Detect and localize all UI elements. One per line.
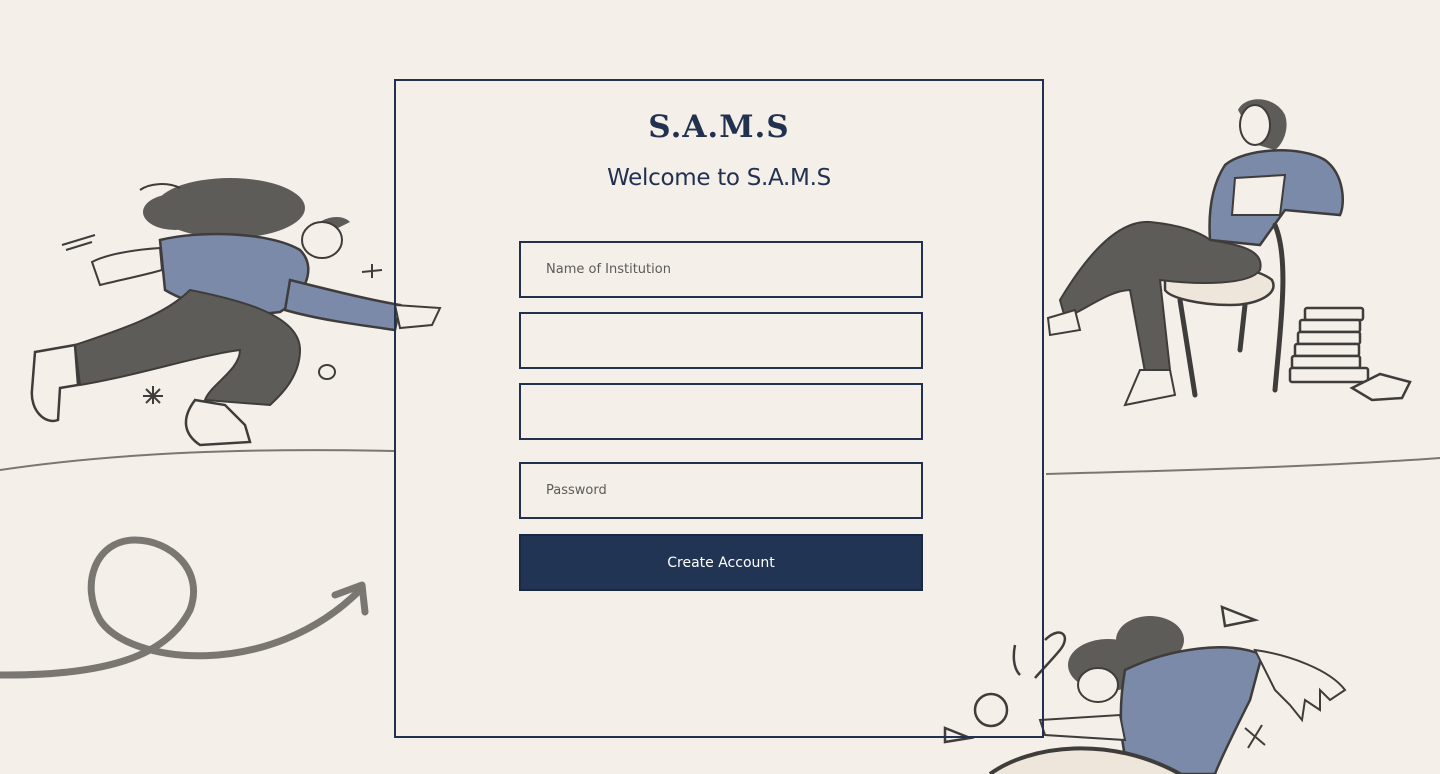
- signup-card: S.A.M.S Welcome to S.A.M.S Create Accoun…: [394, 79, 1044, 738]
- text-input-3[interactable]: [519, 383, 923, 440]
- runner-figure-icon: [30, 178, 442, 447]
- swirl-arrow-icon: [0, 536, 369, 679]
- brand-logo: S.A.M.S: [648, 109, 790, 145]
- ground-line-left: [0, 449, 395, 471]
- ground-line-right: [1045, 457, 1440, 475]
- signup-page: S.A.M.S Welcome to S.A.M.S Create Accoun…: [0, 0, 1440, 774]
- text-input-2[interactable]: [519, 312, 923, 369]
- welcome-heading: Welcome to S.A.M.S: [607, 165, 831, 191]
- password-input[interactable]: [519, 462, 923, 519]
- institution-name-input[interactable]: [519, 241, 923, 298]
- create-account-button[interactable]: Create Account: [519, 534, 923, 591]
- reader-figure-icon: [1046, 99, 1412, 407]
